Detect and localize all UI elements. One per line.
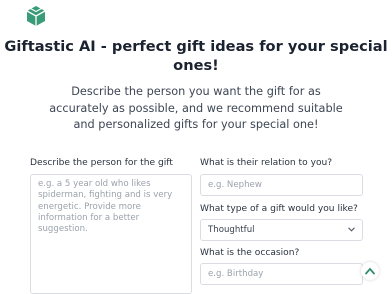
description-textarea[interactable]: e.g. a 5 year old who likes spiderman, f… xyxy=(30,174,192,294)
occasion-input[interactable]: e.g. Birthday xyxy=(200,263,363,285)
gift-type-value: Thoughtful xyxy=(208,225,255,235)
logo-icon xyxy=(26,6,46,26)
relation-input[interactable]: e.g. Nephew xyxy=(200,174,363,196)
scroll-to-top-button[interactable] xyxy=(361,262,379,280)
relation-label: What is their relation to you? xyxy=(200,158,333,168)
occasion-label: What is the occasion? xyxy=(200,248,300,258)
description-placeholder: e.g. a 5 year old who likes spiderman, f… xyxy=(38,179,173,235)
page-subtitle: Describe the person you want the gift fo… xyxy=(49,85,343,131)
gift-type-select[interactable]: Thoughtful xyxy=(200,219,363,241)
relation-placeholder: e.g. Nephew xyxy=(208,180,262,190)
occasion-placeholder: e.g. Birthday xyxy=(208,269,264,279)
description-label: Describe the person for the gift xyxy=(30,158,173,168)
page-title: Giftastic AI - perfect gift ideas for yo… xyxy=(4,38,388,74)
chevron-up-icon xyxy=(365,267,375,275)
gift-type-label: What type of a gift would you like? xyxy=(200,204,358,214)
chevron-down-icon xyxy=(348,227,355,232)
